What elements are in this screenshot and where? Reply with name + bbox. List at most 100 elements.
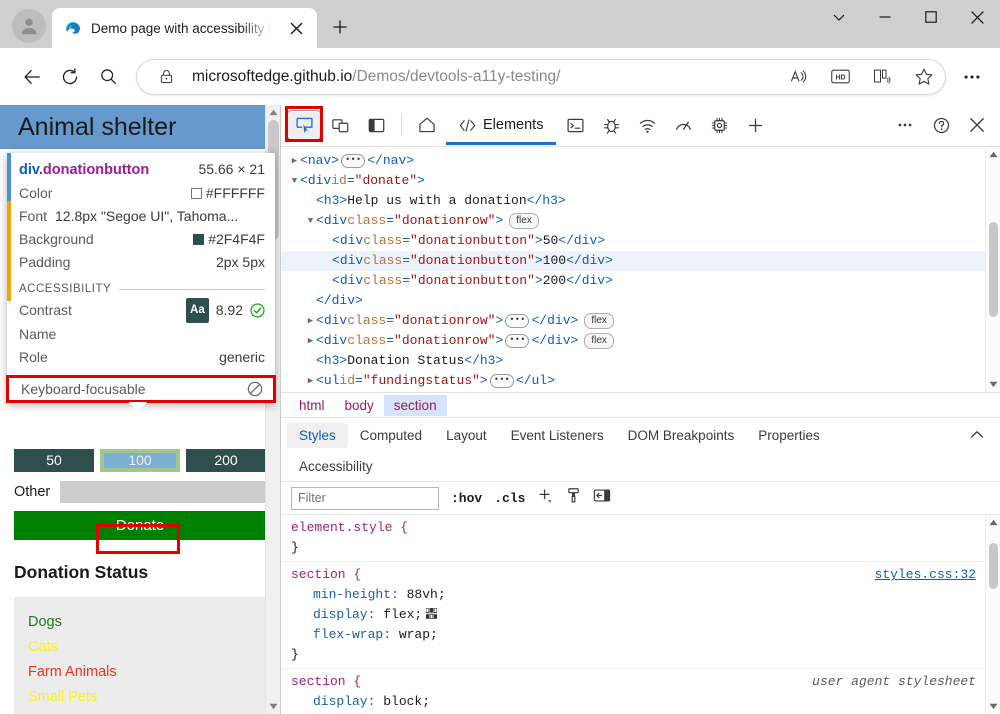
expand-children-ellipsis[interactable]: ••• xyxy=(341,153,366,168)
tab-accessibility[interactable]: Accessibility xyxy=(287,454,385,479)
add-favorite-button[interactable] xyxy=(908,61,940,93)
read-aloud-button[interactable] xyxy=(782,61,814,93)
device-emulation-icon[interactable] xyxy=(323,110,357,140)
css-rule[interactable]: section {styles.css:32 min-height: 88vh; d… xyxy=(281,562,1000,670)
tab-event-listeners[interactable]: Event Listeners xyxy=(499,423,616,448)
tab-dom-breakpoints[interactable]: DOM Breakpoints xyxy=(616,423,747,448)
flex-badge[interactable]: flex xyxy=(584,312,614,329)
maximize-button[interactable] xyxy=(908,0,954,34)
dom-tree[interactable]: ▶<nav>•••</nav>▼<div id="donate">·<h3>He… xyxy=(281,146,1000,392)
search-button[interactable] xyxy=(90,59,126,95)
address-bar[interactable]: microsoftedge.github.io/Demos/devtools-a… xyxy=(136,58,946,95)
copy-styles-button[interactable] xyxy=(566,487,581,509)
new-tab-button[interactable] xyxy=(323,10,357,44)
back-button[interactable] xyxy=(14,59,50,95)
dom-tree-node[interactable]: ·</div> xyxy=(281,291,1000,311)
browser-settings-button[interactable] xyxy=(954,59,990,95)
flex-badge[interactable]: flex xyxy=(509,212,539,229)
dom-tree-node[interactable]: ▶ < div class = "donationrow" > ••• </div > flex xyxy=(281,331,1000,351)
performance-gauge-icon[interactable] xyxy=(666,110,700,140)
dom-tree-node[interactable]: ·<div class="donationbutton">100</div> xyxy=(281,250,1000,271)
donation-button-100[interactable]: 100 xyxy=(100,449,180,472)
tab-properties[interactable]: Properties xyxy=(746,423,832,448)
dom-tree-node[interactable]: ▼ < div id = "donate" > xyxy=(281,171,1000,191)
dom-tree-scrollbar[interactable] xyxy=(985,146,1000,392)
hd-badge-button[interactable]: HD xyxy=(824,61,856,93)
css-rules-list[interactable]: element.style {} section {styles.css:32 mi… xyxy=(281,515,1000,714)
close-window-button[interactable] xyxy=(954,0,1000,34)
twisty-collapsed-icon[interactable]: ▶ xyxy=(289,151,300,171)
css-declaration[interactable]: min-height: 88vh; xyxy=(291,585,1000,605)
scroll-down-arrow-icon[interactable] xyxy=(266,699,280,714)
styles-filter-input[interactable] xyxy=(291,486,439,510)
css-declaration[interactable]: display: flex; xyxy=(291,605,1000,625)
network-icon[interactable] xyxy=(630,110,664,140)
other-amount-input[interactable] xyxy=(60,481,266,503)
immersive-reader-button[interactable] xyxy=(866,61,898,93)
toggle-pseudo-states-button[interactable]: :hov xyxy=(451,491,482,506)
expand-children-ellipsis[interactable]: ••• xyxy=(505,313,530,328)
dom-tree-node[interactable]: ·<div class="donationbutton">200</div> xyxy=(281,271,1000,291)
css-rule[interactable]: section {user agent stylesheet display: b… xyxy=(281,669,1000,714)
twisty-expanded-icon[interactable]: ▼ xyxy=(305,211,316,231)
console-icon[interactable] xyxy=(558,110,592,140)
tab-elements[interactable]: Elements xyxy=(446,105,557,146)
css-declaration[interactable]: display: block; xyxy=(291,692,1000,712)
donation-button-200[interactable]: 200 xyxy=(186,449,266,472)
home-icon[interactable] xyxy=(410,110,444,140)
dom-tree-node[interactable]: ·<h3>Donation Status</h3> xyxy=(281,351,1000,371)
dock-side-icon[interactable] xyxy=(359,110,393,140)
expand-children-ellipsis[interactable]: ••• xyxy=(489,373,514,388)
dom-tree-node[interactable]: ▼ < div class = "donationrow" > flex xyxy=(281,211,1000,231)
toggle-computed-sidebar-button[interactable] xyxy=(593,488,611,508)
inspect-element-icon[interactable] xyxy=(285,106,323,143)
twisty-expanded-icon[interactable]: ▼ xyxy=(289,171,300,191)
scroll-down-arrow-icon[interactable] xyxy=(986,699,1000,714)
breadcrumb-item-html[interactable]: html xyxy=(289,395,335,416)
dom-tree-node[interactable]: ▶ < nav > ••• </nav > xyxy=(281,151,1000,171)
donation-button-50[interactable]: 50 xyxy=(14,449,94,472)
breadcrumb-item-body[interactable]: body xyxy=(335,395,384,416)
breadcrumb-item-section[interactable]: section xyxy=(383,394,447,416)
css-rule[interactable]: element.style {} xyxy=(281,515,1000,563)
scroll-up-arrow-icon[interactable] xyxy=(266,105,280,120)
memory-chip-icon[interactable] xyxy=(702,110,736,140)
css-rules-scrollbar[interactable] xyxy=(985,515,1000,714)
dom-scroll-thumb[interactable] xyxy=(989,221,998,317)
tab-actions-menu-button[interactable] xyxy=(816,0,862,34)
twisty-collapsed-icon[interactable]: ▶ xyxy=(305,331,316,351)
collapse-pane-button[interactable] xyxy=(970,426,984,444)
new-style-rule-button[interactable] xyxy=(537,487,554,509)
tab-layout[interactable]: Layout xyxy=(434,423,499,448)
minimize-button[interactable] xyxy=(862,0,908,34)
devtools-more-tools-button[interactable] xyxy=(888,110,922,140)
css-scroll-thumb[interactable] xyxy=(989,543,998,590)
bug-icon[interactable] xyxy=(594,110,628,140)
dom-tree-node[interactable]: ·<div class="donationbutton">50</div> xyxy=(281,231,1000,251)
devtools-close-button[interactable] xyxy=(960,110,994,140)
dom-tree-node[interactable]: ·<h3>Help us with a donation</h3> xyxy=(281,191,1000,211)
scroll-down-arrow-icon[interactable] xyxy=(986,377,1000,392)
scroll-up-arrow-icon[interactable] xyxy=(986,147,1000,162)
profile-avatar-button[interactable] xyxy=(12,9,46,43)
twisty-collapsed-icon[interactable]: ▶ xyxy=(305,371,316,391)
dom-tree-node[interactable]: ▶ < ul id = "fundingstatus" > ••• </ul > xyxy=(281,371,1000,391)
add-panel-button[interactable] xyxy=(738,110,772,140)
flex-badge[interactable]: flex xyxy=(584,332,614,349)
toggle-element-classes-button[interactable]: .cls xyxy=(494,491,525,506)
expand-children-ellipsis[interactable]: ••• xyxy=(505,333,530,348)
css-declaration[interactable]: flex-wrap: wrap; xyxy=(291,625,1000,645)
refresh-button[interactable] xyxy=(52,59,88,95)
tab-computed[interactable]: Computed xyxy=(348,423,434,448)
scroll-up-arrow-icon[interactable] xyxy=(986,515,1000,530)
devtools-help-button[interactable] xyxy=(924,110,958,140)
close-tab-icon[interactable] xyxy=(283,15,309,41)
donate-button[interactable]: Donate xyxy=(14,511,266,540)
site-lock-icon[interactable] xyxy=(150,61,182,93)
dom-tree-node[interactable]: ▶ < div class = "donationrow" > ••• </div > flex xyxy=(281,311,1000,331)
browser-tab[interactable]: Demo page with accessibility issu xyxy=(52,8,317,48)
css-source-link[interactable]: styles.css:32 xyxy=(875,565,976,585)
twisty-collapsed-icon[interactable]: ▶ xyxy=(305,311,316,331)
flex-badge-icon[interactable] xyxy=(425,606,438,620)
tab-styles[interactable]: Styles xyxy=(287,422,348,448)
